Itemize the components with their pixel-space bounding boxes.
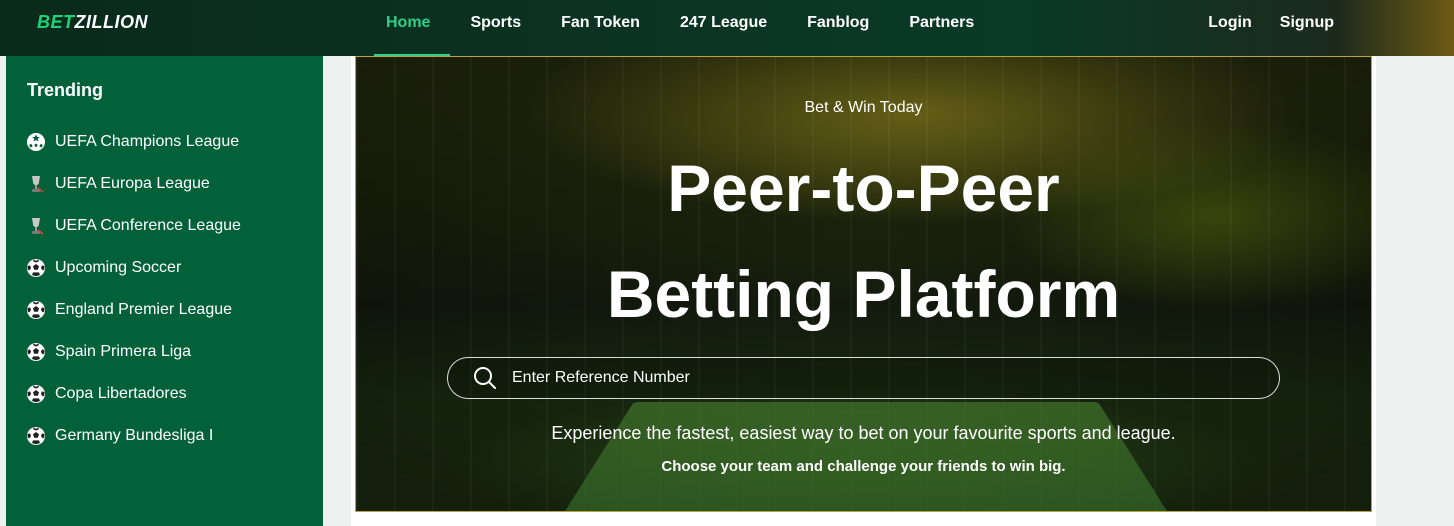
sidebar-item-conference-league[interactable]: UEFA Conference League (25, 204, 241, 248)
nav-fan-token[interactable]: Fan Token (541, 0, 660, 56)
sidebar-item-label: Upcoming Soccer (55, 259, 182, 276)
sidebar-item-label: UEFA Champions League (55, 133, 240, 150)
sidebar-item-upcoming-soccer[interactable]: Upcoming Soccer (25, 246, 241, 290)
trending-list: UEFA Champions League UEFA Europa League… (25, 122, 241, 458)
hero-title-line2: Betting Platform (606, 257, 1121, 331)
sidebar-item-label: Germany Bundesliga I (55, 427, 214, 444)
sidebar-item-europa-league[interactable]: UEFA Europa League (25, 162, 241, 206)
sidebar-item-champions-league[interactable]: UEFA Champions League (25, 120, 241, 164)
soccer-ball-icon (25, 299, 47, 321)
sidebar-item-primera-liga[interactable]: Spain Primera Liga (25, 330, 241, 374)
soccer-ball-icon (25, 425, 47, 447)
hero-title-line1: Peer-to-Peer (667, 151, 1060, 225)
nav-sports[interactable]: Sports (450, 0, 541, 56)
hero-subtitle: Bet & Win Today (804, 99, 923, 116)
trending-sidebar: Trending UEFA Champions League UEFA Euro… (6, 56, 323, 526)
sidebar-item-label: UEFA Europa League (55, 175, 210, 192)
sidebar-title: Trending (27, 80, 103, 100)
auth-links: Login Signup (1180, 0, 1334, 46)
sidebar-item-label: Copa Libertadores (55, 385, 187, 402)
soccer-ball-icon (25, 383, 47, 405)
trophy-icon (25, 173, 47, 195)
reference-search-bar[interactable] (447, 357, 1280, 399)
search-icon[interactable] (472, 365, 498, 391)
login-link[interactable]: Login (1208, 0, 1252, 46)
nav-fanblog[interactable]: Fanblog (787, 0, 889, 56)
hero-tagline: Experience the fastest, easiest way to b… (551, 423, 1176, 443)
reference-number-input[interactable] (512, 369, 1279, 387)
champions-league-icon (25, 131, 47, 153)
sidebar-item-label: Spain Primera Liga (55, 343, 192, 360)
logo-text-bet: BET (37, 12, 75, 32)
soccer-ball-icon (25, 257, 47, 279)
nav-partners[interactable]: Partners (889, 0, 994, 56)
sidebar-item-bundesliga[interactable]: Germany Bundesliga I (25, 414, 241, 458)
nav-home[interactable]: Home (366, 0, 451, 56)
top-navbar: BETZILLION Home Sports Fan Token 247 Lea… (0, 0, 1454, 56)
hero-banner: Bet & Win Today Peer-to-Peer Betting Pla… (355, 56, 1372, 512)
trophy-icon (25, 215, 47, 237)
signup-link[interactable]: Signup (1280, 0, 1334, 46)
sidebar-item-copa-libertadores[interactable]: Copa Libertadores (25, 372, 241, 416)
sidebar-item-label: UEFA Conference League (55, 217, 241, 234)
main-nav: Home Sports Fan Token 247 League Fanblog… (366, 0, 994, 56)
hero-subtagline: Choose your team and challenge your frie… (661, 458, 1066, 475)
logo-text-zillion: ZILLION (74, 12, 148, 32)
nav-247-league[interactable]: 247 League (660, 0, 787, 56)
sidebar-item-label: England Premier League (55, 301, 233, 318)
brand-logo[interactable]: BETZILLION (37, 12, 148, 33)
sidebar-item-premier-league[interactable]: England Premier League (25, 288, 241, 332)
soccer-ball-icon (25, 341, 47, 363)
